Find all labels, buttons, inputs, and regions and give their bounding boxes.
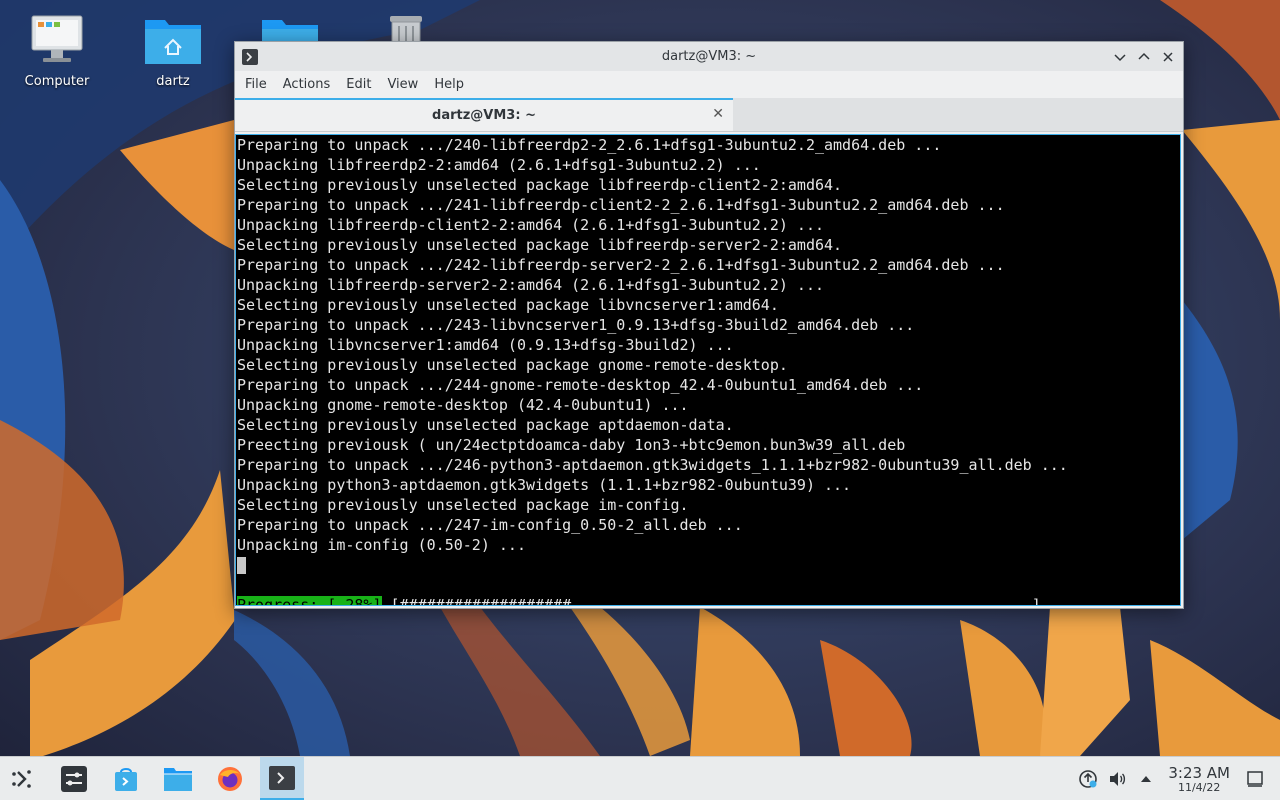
tray-expand-icon	[1141, 776, 1152, 782]
chevron-down-icon	[1114, 53, 1126, 61]
menu-help[interactable]: Help	[426, 73, 472, 96]
minimize-button[interactable]	[1111, 48, 1129, 66]
tab-bar: dartz@VM3: ~ ✕	[235, 98, 1183, 132]
apt-progress: Progress: [ 28%] [###################...…	[237, 595, 1180, 606]
terminal-line: Preparing to unpack .../243-libvncserver…	[237, 316, 915, 334]
terminal-line: Preparing to unpack .../241-libfreerdp-c…	[237, 196, 1005, 214]
application-launcher-icon	[12, 770, 31, 788]
terminal-window[interactable]: dartz@VM3: ~ File Actions Edit View Help…	[234, 41, 1184, 609]
clock-date: 11/4/22	[1177, 781, 1221, 794]
clock-time: 3:23 AM	[1168, 764, 1230, 782]
terminal-line: Preparing to unpack .../240-libfreerdp2-…	[237, 136, 942, 154]
firefox-icon	[218, 767, 242, 791]
terminal-cursor	[237, 557, 246, 574]
home-folder-icon	[143, 12, 203, 68]
terminal-line: Unpacking libvncserver1:amd64 (0.9.13+df…	[237, 336, 734, 354]
terminal-icon	[269, 765, 295, 790]
maximize-button[interactable]	[1135, 48, 1153, 66]
menu-bar: File Actions Edit View Help	[235, 71, 1183, 98]
application-launcher-button[interactable]	[0, 757, 44, 800]
tray-expand-button[interactable]	[1135, 768, 1157, 790]
chevron-up-icon	[1138, 52, 1150, 60]
menu-edit[interactable]: Edit	[338, 73, 379, 96]
desktop-icon-label: dartz	[156, 74, 190, 89]
file-manager-icon	[164, 768, 192, 791]
update-notifier-button[interactable]	[1077, 768, 1099, 790]
terminal-line: Unpacking libfreerdp2-2:amd64 (2.6.1+dfs…	[237, 156, 761, 174]
terminal-line: Preecting previousk ( un/24ectptdoamca-d…	[237, 436, 906, 454]
show-desktop-button[interactable]	[1244, 768, 1266, 790]
tab-label: dartz@VM3: ~	[432, 108, 536, 123]
terminal-line: Preparing to unpack .../242-libfreerdp-s…	[237, 256, 1005, 274]
terminal-line: Preparing to unpack .../244-gnome-remote…	[237, 376, 924, 394]
terminal-line: Selecting previously unselected package …	[237, 296, 779, 314]
window-titlebar[interactable]: dartz@VM3: ~	[235, 42, 1183, 71]
discover-store-button[interactable]	[104, 757, 148, 800]
terminal-task-button[interactable]	[260, 757, 304, 800]
progress-label: Progress: [ 28%]	[237, 596, 382, 605]
computer-icon	[27, 12, 87, 68]
settings-sliders-icon	[61, 766, 87, 792]
menu-view[interactable]: View	[379, 73, 426, 96]
terminal-line: Unpacking gnome-remote-desktop (42.4-0ub…	[237, 396, 689, 414]
terminal-line: Unpacking python3-aptdaemon.gtk3widgets …	[237, 476, 852, 494]
terminal-line: Selecting previously unselected package …	[237, 496, 689, 514]
close-icon	[1163, 51, 1173, 62]
volume-icon	[1110, 772, 1126, 786]
tab-close-icon[interactable]: ✕	[712, 106, 724, 122]
update-notifier-icon	[1079, 770, 1098, 788]
terminal-line: Selecting previously unselected package …	[237, 236, 843, 254]
firefox-button[interactable]	[208, 757, 252, 800]
progress-bar: [###################....................…	[381, 596, 1041, 606]
discover-store-icon	[115, 768, 137, 791]
show-desktop-icon	[1247, 771, 1263, 787]
tab-terminal[interactable]: dartz@VM3: ~ ✕	[235, 98, 733, 131]
system-tray: 3:23 AM 11/4/22	[1077, 757, 1280, 800]
desktop-icon-computer[interactable]: Computer	[7, 12, 107, 89]
desktop-icon-label: Computer	[24, 74, 90, 89]
terminal-cursor-line	[237, 555, 1180, 575]
menu-actions[interactable]: Actions	[275, 73, 339, 96]
menu-file[interactable]: File	[237, 73, 275, 96]
close-button[interactable]	[1159, 48, 1177, 66]
window-title: dartz@VM3: ~	[661, 49, 757, 64]
desktop-icon-dartz[interactable]: dartz	[123, 12, 223, 89]
volume-button[interactable]	[1106, 768, 1128, 790]
terminal-line: Preparing to unpack .../246-python3-aptd…	[237, 456, 1068, 474]
terminal-output[interactable]: Preparing to unpack .../240-libfreerdp2-…	[235, 134, 1181, 606]
taskbar: 3:23 AM 11/4/22	[0, 756, 1280, 800]
terminal-line: Unpacking im-config (0.50-2) ...	[237, 536, 526, 554]
terminal-line: Selecting previously unselected package …	[237, 176, 843, 194]
system-settings-button[interactable]	[52, 757, 96, 800]
file-manager-button[interactable]	[156, 757, 200, 800]
terminal-line: Preparing to unpack .../247-im-config_0.…	[237, 516, 743, 534]
terminal-line: Selecting previously unselected package …	[237, 356, 788, 374]
terminal-line: Unpacking libfreerdp-server2-2:amd64 (2.…	[237, 276, 824, 294]
terminal-line: Selecting previously unselected package …	[237, 416, 734, 434]
digital-clock[interactable]: 3:23 AM 11/4/22	[1168, 764, 1230, 794]
terminal-line: Unpacking libfreerdp-client2-2:amd64 (2.…	[237, 216, 824, 234]
terminal-app-icon[interactable]	[242, 48, 258, 65]
